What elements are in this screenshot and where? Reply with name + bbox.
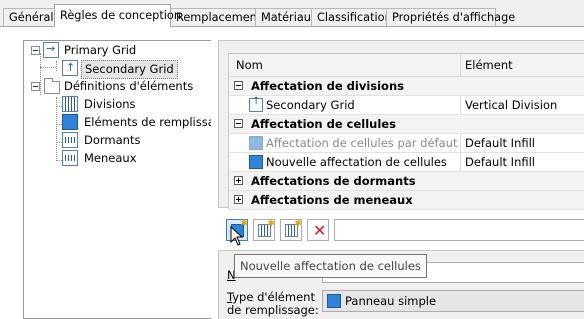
tree-node-mullions[interactable]: Meneaux	[24, 150, 210, 167]
add-assignment-icon	[285, 219, 302, 237]
tree-node-frames[interactable]: Dormants	[24, 132, 210, 149]
grid-icon	[249, 96, 263, 112]
tab-general[interactable]: Général	[3, 8, 55, 26]
collapse-icon[interactable]	[31, 46, 40, 55]
infill-type-select[interactable]: Panneau simple	[322, 290, 584, 312]
tab-materials[interactable]: Matériaux	[255, 8, 318, 26]
tab-design-rules[interactable]: Règles de conception	[54, 4, 181, 27]
infill-icon	[327, 294, 341, 308]
column-header-element[interactable]: Elément	[465, 58, 513, 72]
delete-button[interactable]: ✕	[307, 219, 329, 241]
infill-icon	[249, 155, 263, 169]
group-row-cells[interactable]: Affectation de cellules	[229, 115, 584, 134]
toolbar-text-field[interactable]	[334, 219, 584, 241]
tree-node-label: Définitions d'éléments	[64, 79, 194, 93]
tab-classifications[interactable]: Classifications	[311, 8, 398, 26]
tree-node-infills[interactable]: Eléments de remplissag	[24, 114, 211, 131]
expand-icon[interactable]	[234, 195, 243, 204]
tree-node-label: Secondary Grid	[81, 60, 178, 79]
add-assignment-button[interactable]	[280, 219, 302, 241]
tree-node-primary-grid[interactable]: Primary Grid	[24, 41, 210, 59]
tree-node-element-definitions[interactable]: Définitions d'éléments	[24, 78, 210, 95]
infill-icon	[249, 136, 263, 150]
tree-node-label: Divisions	[84, 97, 136, 111]
mullion-icon	[62, 150, 78, 166]
tree-node-label: Eléments de remplissag	[84, 115, 211, 129]
table-row-default-cell[interactable]: Affectation de cellules par défaut Defau…	[229, 134, 584, 153]
collapse-icon[interactable]	[31, 82, 40, 91]
tree-node-label: Primary Grid	[64, 43, 137, 57]
assignments-panel: Nom Elément Affectation de divisions Sec…	[218, 40, 584, 210]
folder-icon	[44, 78, 60, 94]
division-icon	[62, 96, 78, 112]
delete-icon: ✕	[313, 221, 327, 240]
group-row-divisions[interactable]: Affectation de divisions	[229, 77, 584, 96]
tooltip: Nouvelle affectation de cellules	[234, 254, 427, 278]
add-grid-assignment-icon	[258, 219, 275, 237]
tree-node-label: Meneaux	[84, 151, 137, 165]
grid-icon	[43, 41, 59, 58]
mouse-cursor-icon	[230, 226, 244, 246]
assignments-grid[interactable]: Nom Elément Affectation de divisions Sec…	[228, 53, 584, 210]
tab-strip: Général Règles de conception Remplacemen…	[0, 0, 584, 27]
group-row-frames[interactable]: Affectations de dormants	[229, 172, 584, 191]
infill-type-value: Panneau simple	[345, 294, 437, 308]
table-row-secondary-grid[interactable]: Secondary Grid Vertical Division	[229, 96, 584, 115]
tree-view[interactable]: Primary Grid Secondary Grid Définitions …	[23, 40, 211, 319]
expand-icon[interactable]	[234, 176, 243, 185]
infill-icon	[62, 114, 78, 130]
grid-header: Nom Elément	[229, 54, 584, 77]
infill-type-label: Type d'élément de remplissage:	[227, 290, 319, 317]
group-row-mullions[interactable]: Affectations de meneaux	[229, 191, 584, 210]
collapse-icon[interactable]	[234, 119, 243, 128]
tree-node-divisions[interactable]: Divisions	[24, 96, 210, 113]
column-header-name[interactable]: Nom	[236, 58, 263, 72]
add-grid-assignment-button[interactable]	[253, 219, 275, 241]
grid-icon	[62, 59, 78, 76]
tab-overrides[interactable]: Remplacements	[170, 8, 267, 26]
tab-display-properties[interactable]: Propriétés d'affichage	[386, 8, 515, 26]
frame-icon	[62, 132, 78, 148]
tree-node-secondary-grid[interactable]: Secondary Grid	[24, 59, 210, 79]
collapse-icon[interactable]	[234, 81, 243, 90]
tree-node-label: Dormants	[84, 133, 141, 147]
table-row-new-cell[interactable]: Nouvelle affectation de cellules Default…	[229, 153, 584, 172]
